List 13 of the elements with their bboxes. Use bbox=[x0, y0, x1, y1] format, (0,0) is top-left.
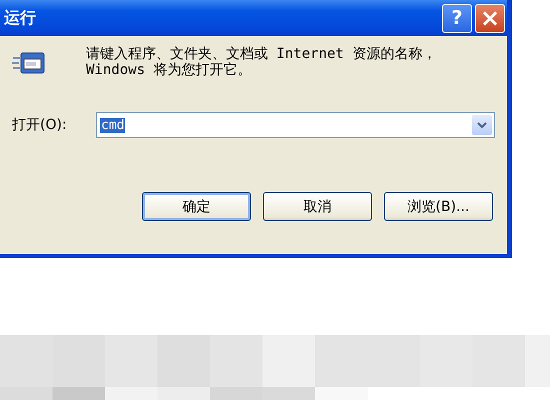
run-window-icon bbox=[12, 50, 46, 76]
dialog-button[interactable]: 确定 bbox=[142, 192, 251, 221]
open-combo-box[interactable]: cmd bbox=[96, 112, 495, 138]
dropdown-button[interactable] bbox=[472, 115, 492, 135]
open-label: 打开(O): bbox=[12, 116, 68, 134]
help-button[interactable]: ? bbox=[442, 4, 472, 32]
close-button[interactable]: × bbox=[475, 4, 505, 32]
command-text: cmd bbox=[100, 118, 126, 132]
window-title: 运行 bbox=[4, 8, 36, 28]
instruction-text: 请键入程序、文件夹、文档或 Internet 资源的名称，Windows 将为您打开它。 bbox=[86, 46, 438, 78]
dialog-button[interactable]: 浏览(B)... bbox=[384, 192, 493, 221]
dialog-button[interactable]: 取消 bbox=[263, 192, 372, 221]
chevron-down-icon bbox=[477, 122, 487, 128]
